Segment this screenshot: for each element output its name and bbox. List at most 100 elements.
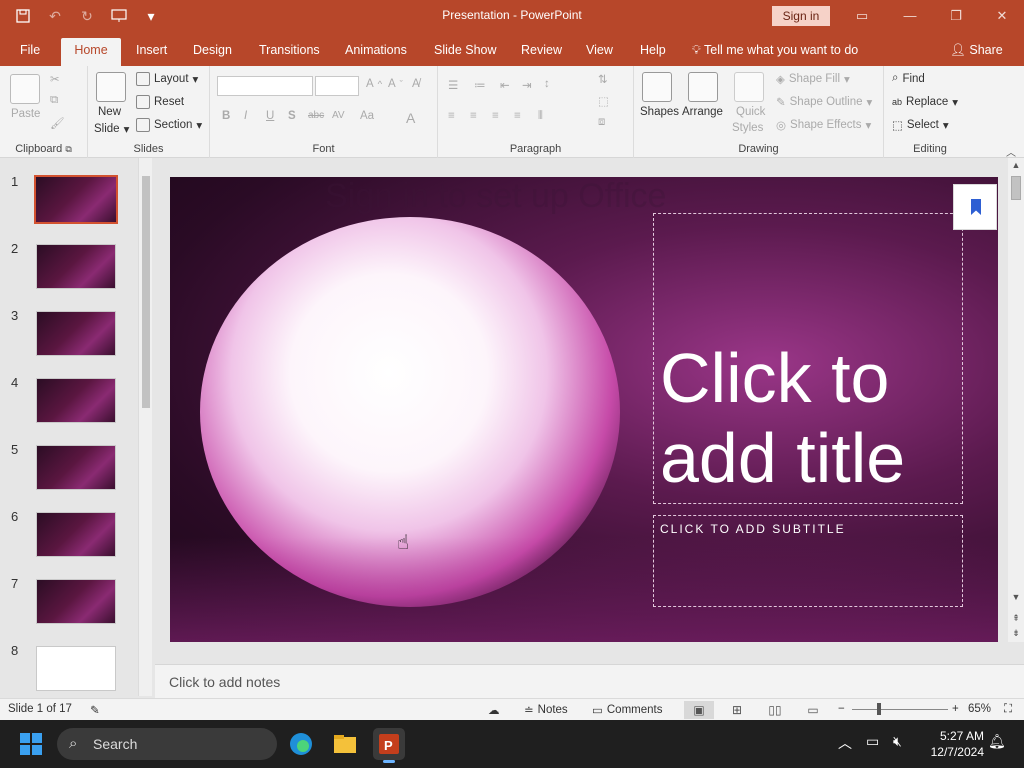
- undo-icon[interactable]: ↶: [44, 6, 66, 26]
- slide-thumbnail-7[interactable]: [36, 579, 116, 624]
- font-size-input[interactable]: [315, 76, 359, 96]
- show-hidden-icons-icon[interactable]: ︿: [838, 733, 852, 753]
- shape-effects-button[interactable]: ◎ Shape Effects ▾: [776, 118, 871, 132]
- format-painter-icon[interactable]: 🖌︎: [50, 116, 65, 130]
- line-spacing-icon[interactable]: ↕: [544, 78, 550, 90]
- font-color-button[interactable]: A: [406, 110, 415, 126]
- slide-thumbnail-3[interactable]: [36, 311, 116, 356]
- underline-button[interactable]: U: [266, 110, 274, 122]
- select-button[interactable]: ⬚ Select ▾: [892, 118, 949, 132]
- slide-thumbnail-6[interactable]: [36, 512, 116, 557]
- tell-me-search[interactable]: 💡︎ Tell me what you want to do: [692, 38, 858, 62]
- font-name-input[interactable]: [217, 76, 313, 96]
- notes-button[interactable]: ≐ Notes: [524, 703, 568, 717]
- bullets-icon[interactable]: ☰: [448, 78, 458, 92]
- strikethrough-button[interactable]: abc: [308, 110, 324, 121]
- notes-pane[interactable]: Click to add notes: [155, 664, 1024, 698]
- cut-icon[interactable]: ✂: [50, 72, 60, 86]
- redo-icon[interactable]: ↻: [76, 6, 98, 26]
- scrollbar-thumb[interactable]: [1011, 176, 1021, 200]
- quick-styles-button[interactable]: Quick: [736, 106, 765, 118]
- volume-muted-icon[interactable]: 🔇︎: [893, 733, 902, 750]
- justify-icon[interactable]: ≡: [514, 110, 521, 122]
- comments-button[interactable]: ▭ Comments: [592, 703, 662, 717]
- bookmark-button[interactable]: [953, 184, 997, 230]
- character-spacing-button[interactable]: AV: [332, 110, 345, 121]
- change-case-button[interactable]: Aa: [360, 110, 374, 122]
- shadow-button[interactable]: S: [288, 110, 296, 122]
- shape-fill-button[interactable]: ◈ Shape Fill ▾: [776, 72, 850, 86]
- slide-sorter-icon[interactable]: ⊞: [722, 701, 752, 719]
- taskbar-search[interactable]: ⌕ Search: [57, 728, 277, 760]
- next-slide-icon[interactable]: ⇟: [1008, 628, 1024, 640]
- shapes-button[interactable]: Shapes: [640, 106, 679, 118]
- tab-slide-show[interactable]: Slide Show: [426, 38, 505, 66]
- decrease-font-size-icon[interactable]: Aˇ: [388, 78, 403, 90]
- network-icon[interactable]: ▭: [866, 733, 879, 750]
- zoom-out-button[interactable]: −: [838, 703, 845, 715]
- text-direction-icon[interactable]: ⇅: [598, 72, 608, 86]
- align-text-icon[interactable]: ⬚: [598, 94, 609, 108]
- numbering-icon[interactable]: ≔: [474, 78, 486, 92]
- bold-button[interactable]: B: [222, 110, 230, 122]
- dialog-launcher-icon[interactable]: ⧉: [65, 144, 71, 154]
- italic-button[interactable]: I: [244, 110, 247, 122]
- slide-thumbnail-5[interactable]: [36, 445, 116, 490]
- file-explorer-icon[interactable]: [329, 728, 361, 760]
- minimize-icon[interactable]: —: [896, 4, 924, 28]
- cloud-icon[interactable]: ☁: [488, 703, 500, 717]
- slide-canvas[interactable]: Sign in to set up Office Click to add ti…: [170, 177, 998, 642]
- reading-view-icon[interactable]: ▯▯: [760, 701, 790, 719]
- tab-view[interactable]: View: [578, 38, 621, 66]
- share-button[interactable]: 👤︎ Share: [950, 38, 1003, 62]
- copy-icon[interactable]: ⧉: [50, 94, 58, 107]
- increase-indent-icon[interactable]: ⇥: [522, 78, 532, 92]
- close-icon[interactable]: ✕: [988, 4, 1016, 28]
- accessibility-icon[interactable]: ✎: [90, 703, 100, 717]
- slide-thumbnail-2[interactable]: [36, 244, 116, 289]
- windows-start-icon[interactable]: [20, 733, 42, 755]
- reset-button[interactable]: Reset: [136, 95, 184, 109]
- scroll-down-icon[interactable]: ▼: [1008, 592, 1024, 606]
- edge-icon[interactable]: [285, 728, 317, 760]
- ribbon-display-options-icon[interactable]: ▭: [848, 4, 876, 28]
- slide-thumbnail-1[interactable]: [34, 175, 118, 224]
- collapse-ribbon-icon[interactable]: ︿: [1006, 144, 1016, 159]
- thumbnails-scrollbar[interactable]: [138, 158, 152, 696]
- save-icon[interactable]: [12, 6, 34, 26]
- slide-thumbnail-4[interactable]: [36, 378, 116, 423]
- previous-slide-icon[interactable]: ⇞: [1008, 613, 1024, 625]
- sign-in-button[interactable]: Sign in: [772, 6, 830, 26]
- find-button[interactable]: ⌕ Find: [892, 72, 925, 85]
- present-from-beginning-icon[interactable]: [108, 6, 130, 26]
- tab-design[interactable]: Design: [185, 38, 240, 66]
- arrange-button[interactable]: Arrange: [682, 106, 723, 118]
- normal-view-icon[interactable]: ▣: [684, 701, 714, 719]
- new-slide-dropdown[interactable]: Slide ▾: [94, 122, 129, 136]
- columns-icon[interactable]: ⫴: [538, 110, 543, 123]
- increase-font-size-icon[interactable]: A ^: [366, 78, 382, 90]
- slide-show-icon[interactable]: ▭: [798, 701, 828, 719]
- restore-icon[interactable]: ❐: [942, 4, 970, 28]
- replace-button[interactable]: ab Replace ▾: [892, 95, 958, 109]
- paste-button[interactable]: Paste: [11, 108, 40, 120]
- tab-review[interactable]: Review: [513, 38, 570, 66]
- customize-qat-icon[interactable]: ▾: [140, 6, 162, 26]
- zoom-slider[interactable]: [852, 709, 948, 710]
- zoom-in-button[interactable]: +: [952, 703, 959, 715]
- tab-file[interactable]: File: [12, 38, 48, 66]
- tab-home[interactable]: Home: [61, 38, 121, 66]
- scrollbar-thumb[interactable]: [142, 176, 150, 408]
- shape-outline-button[interactable]: ✎ Shape Outline ▾: [776, 95, 872, 109]
- smartart-icon[interactable]: ⧈: [598, 116, 605, 129]
- align-left-icon[interactable]: ≡: [448, 110, 455, 122]
- zoom-level[interactable]: 65%: [968, 703, 991, 715]
- tab-insert[interactable]: Insert: [128, 38, 175, 66]
- decrease-indent-icon[interactable]: ⇤: [500, 78, 510, 92]
- title-placeholder[interactable]: Click to add title: [653, 213, 963, 504]
- tab-help[interactable]: Help: [632, 38, 674, 66]
- tab-animations[interactable]: Animations: [337, 38, 415, 66]
- clear-formatting-icon[interactable]: A̸: [412, 78, 420, 90]
- align-center-icon[interactable]: ≡: [470, 110, 477, 122]
- fit-to-window-icon[interactable]: ⛶: [1004, 703, 1012, 716]
